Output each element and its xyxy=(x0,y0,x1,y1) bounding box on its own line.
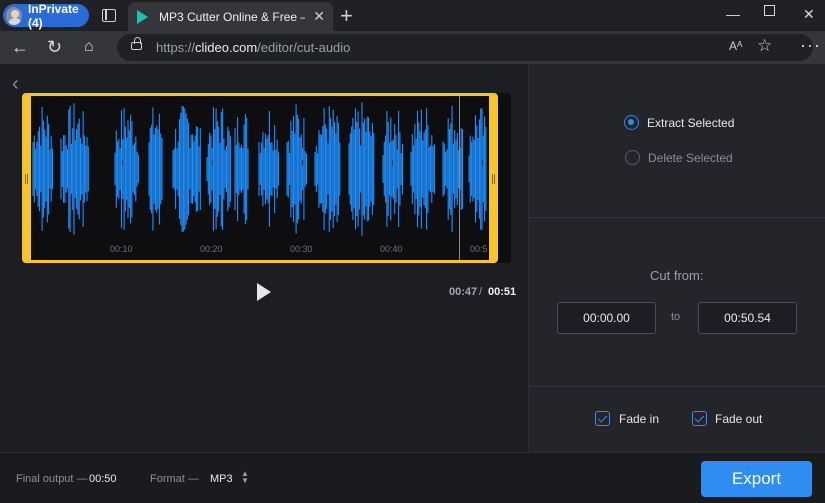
timeline-tick-mark xyxy=(302,160,303,166)
start-time-input[interactable]: 00:00.00 xyxy=(557,302,656,334)
panel-divider xyxy=(528,217,825,218)
left-trim-handle[interactable] xyxy=(25,174,28,184)
format-select[interactable]: MP3 xyxy=(210,473,233,485)
timeline-tick: 00:10 xyxy=(110,244,133,254)
url-text: https://clideo.com/editor/cut-audio xyxy=(156,40,351,55)
timeline-tick: 00:5 xyxy=(470,244,488,254)
tab-bar: InPrivate (4) MP3 Cutter Online & Free —… xyxy=(0,0,825,31)
format-label: Format — xyxy=(150,473,199,485)
close-tab-icon[interactable]: ✕ xyxy=(313,8,325,25)
new-tab-icon[interactable]: + xyxy=(340,3,353,29)
active-tab[interactable]: MP3 Cutter Online & Free — Cut ✕ xyxy=(128,2,333,31)
extract-radio[interactable] xyxy=(624,115,639,130)
extract-label[interactable]: Extract Selected xyxy=(647,116,734,130)
fade-in-label[interactable]: Fade in xyxy=(619,412,659,426)
delete-label[interactable]: Delete Selected xyxy=(648,151,733,165)
final-output-value: 00:50 xyxy=(89,473,117,485)
inprivate-button[interactable]: InPrivate (4) xyxy=(3,1,89,30)
cut-from-label: Cut from: xyxy=(650,268,704,283)
url-field[interactable]: https://clideo.com/editor/cut-audio Aᴬ ☆ xyxy=(117,34,813,61)
minimize-icon[interactable]: — xyxy=(726,6,740,22)
timeline-tick-mark xyxy=(392,160,393,166)
inprivate-label: InPrivate (4) xyxy=(27,1,79,30)
close-window-icon[interactable]: ✕ xyxy=(803,6,815,23)
favorite-star-icon[interactable]: ☆ xyxy=(757,36,772,56)
read-aloud-icon[interactable]: Aᴬ xyxy=(729,39,742,53)
export-button[interactable]: Export xyxy=(701,461,812,497)
back-icon[interactable]: ← xyxy=(11,37,29,58)
timeline-tick-mark xyxy=(122,160,123,166)
fade-out-label[interactable]: Fade out xyxy=(715,412,762,426)
bottom-bar: Final output — 00:50 Format — MP3 ▲ ▼ Exp… xyxy=(0,452,825,503)
address-bar-row: ← ↻ ⌂ https://clideo.com/editor/cut-audi… xyxy=(0,31,825,64)
delete-radio[interactable] xyxy=(625,150,640,165)
current-time: 00:47 xyxy=(449,286,478,298)
format-caret-icon[interactable]: ▲ ▼ xyxy=(241,470,249,485)
right-trim-handle[interactable] xyxy=(492,174,495,184)
refresh-icon[interactable]: ↻ xyxy=(47,37,62,58)
end-time-input[interactable]: 00:50.54 xyxy=(698,302,797,334)
timeline-tick: 00:40 xyxy=(380,244,403,254)
more-menu-icon[interactable]: ··· xyxy=(800,35,821,56)
tab-actions-icon[interactable] xyxy=(102,9,116,22)
final-output-label: Final output — xyxy=(16,473,88,485)
time-separator: / xyxy=(479,286,483,298)
home-icon[interactable]: ⌂ xyxy=(84,38,94,56)
lock-icon[interactable] xyxy=(131,37,142,50)
timeline-tick: 00:30 xyxy=(290,244,313,254)
selection-range[interactable] xyxy=(22,93,498,263)
profile-avatar-icon xyxy=(6,6,22,25)
timeline-tick-mark xyxy=(482,160,483,166)
to-label: to xyxy=(671,311,681,323)
panel-divider-2 xyxy=(528,386,825,387)
maximize-icon[interactable] xyxy=(764,5,775,16)
clideo-favicon-icon xyxy=(137,10,148,24)
fade-out-checkbox[interactable] xyxy=(692,411,707,426)
back-chevron-icon[interactable]: ‹ xyxy=(12,73,19,96)
fade-in-checkbox[interactable] xyxy=(595,411,610,426)
timeline-tick: 00:20 xyxy=(200,244,223,254)
play-button[interactable] xyxy=(257,283,271,301)
tab-title: MP3 Cutter Online & Free — Cut xyxy=(159,10,305,24)
total-time: 00:51 xyxy=(488,286,517,298)
timeline-tick-mark xyxy=(212,160,213,166)
